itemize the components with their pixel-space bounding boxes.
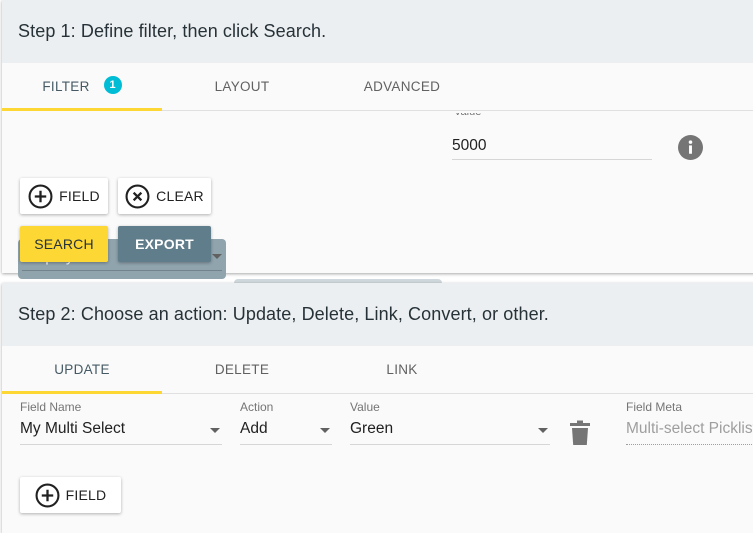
tab-layout[interactable]: LAYOUT [162, 63, 322, 110]
export-label: EXPORT [135, 236, 194, 252]
tab-filter-label: FILTER [42, 79, 90, 94]
plus-circle-icon [35, 483, 60, 507]
clear-label: CLEAR [156, 188, 204, 204]
add-field-button-step2[interactable]: FIELD [20, 477, 121, 513]
field-name-value: My Multi Select [20, 420, 126, 437]
value-value: Green [350, 420, 394, 437]
tab-update-label: UPDATE [54, 362, 110, 377]
tab-filter[interactable]: FILTER 1 [2, 63, 162, 111]
step1-card: Step 1: Define filter, then click Search… [2, 0, 753, 319]
step1-title: Step 1: Define filter, then click Search… [18, 21, 327, 41]
filter-value-label: Value [454, 113, 481, 118]
clear-button[interactable]: CLEAR [118, 178, 211, 214]
select-underline [20, 444, 222, 445]
chevron-down-icon [210, 428, 220, 433]
search-button[interactable]: SEARCH [20, 226, 108, 262]
step2-card: Step 2: Choose an action: Update, Delete… [2, 283, 753, 533]
step2-header: Step 2: Choose an action: Update, Delete… [2, 283, 753, 346]
add-field-button[interactable]: FIELD [20, 178, 108, 214]
action-label: Action [240, 400, 274, 414]
export-button[interactable]: EXPORT [118, 226, 211, 262]
step2-title: Step 2: Choose an action: Update, Delete… [18, 304, 549, 324]
field-meta: Field Meta Multi-select Picklist [626, 397, 753, 447]
select-underline [22, 270, 222, 271]
tab-delete[interactable]: DELETE [162, 346, 322, 393]
tab-update[interactable]: UPDATE [2, 346, 162, 394]
close-circle-icon [125, 184, 150, 208]
field-meta-value: Multi-select Picklist [626, 420, 753, 437]
field-meta-label: Field Meta [626, 400, 683, 414]
select-underline [240, 444, 332, 445]
info-icon[interactable] [678, 135, 703, 160]
select-underline [350, 444, 550, 445]
value-label: Value [350, 400, 380, 414]
chevron-down-icon [538, 428, 548, 433]
tab-link-label: LINK [386, 362, 418, 377]
step2-tabs: UPDATE DELETE LINK [2, 346, 753, 394]
tab-advanced[interactable]: ADVANCED [322, 63, 482, 110]
readonly-underline [626, 444, 753, 445]
action-value: Add [240, 420, 268, 437]
input-underline [452, 159, 652, 160]
tab-layout-label: LAYOUT [214, 79, 270, 94]
add-field-label: FIELD [65, 487, 107, 503]
field-name-select[interactable]: Field Name My Multi Select [20, 397, 222, 447]
filter-value-field[interactable]: Value 5000 [452, 113, 652, 161]
chevron-down-icon [212, 254, 222, 259]
tab-link[interactable]: LINK [322, 346, 482, 393]
plus-circle-icon [28, 184, 53, 208]
tab-advanced-label: ADVANCED [363, 79, 441, 94]
chevron-down-icon [320, 428, 330, 433]
search-label: SEARCH [34, 236, 94, 252]
action-select[interactable]: Action Add [240, 397, 332, 447]
filter-value-input[interactable]: 5000 [452, 137, 486, 155]
value-select[interactable]: Value Green [350, 397, 550, 447]
add-field-label: FIELD [59, 188, 100, 204]
trash-icon[interactable] [569, 420, 591, 446]
step1-tabs: FILTER 1 LAYOUT ADVANCED [2, 63, 753, 111]
tab-delete-label: DELETE [214, 362, 270, 377]
step1-header: Step 1: Define filter, then click Search… [2, 0, 753, 63]
field-name-label: Field Name [20, 400, 82, 414]
filter-count-badge: 1 [103, 75, 122, 94]
